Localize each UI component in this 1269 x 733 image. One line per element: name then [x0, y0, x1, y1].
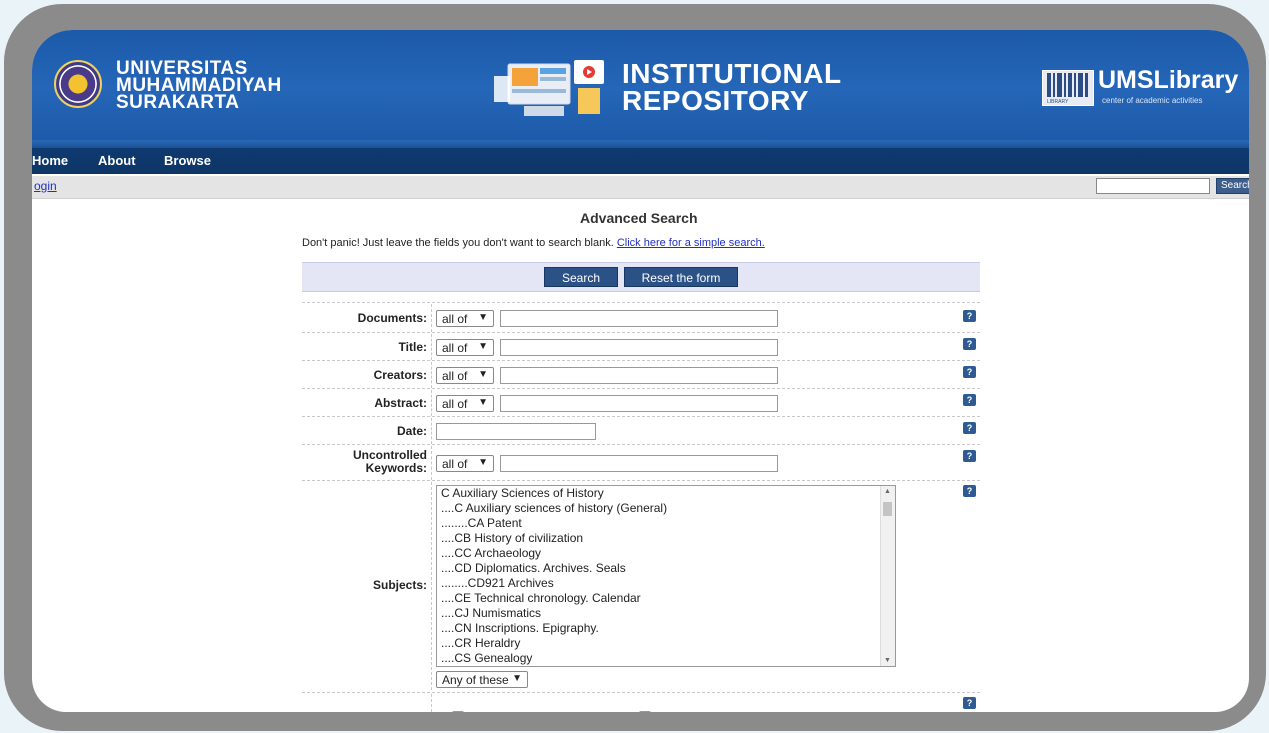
field-row-date: Date: ? [302, 416, 980, 445]
main-nav: Home About Browse [32, 148, 1249, 174]
scroll-down-icon[interactable]: ▼ [884, 657, 891, 664]
library-tagline: center of academic activities [1102, 96, 1203, 105]
search-button[interactable]: Search [544, 267, 618, 287]
checkbox[interactable] [639, 711, 651, 712]
listbox-scrollbar[interactable]: ▲ ▼ [880, 486, 895, 666]
list-item[interactable]: ....CE Technical chronology. Calendar [437, 591, 895, 606]
field-row-keywords: Uncontrolled Keywords: all of ▼ ? [302, 444, 980, 481]
library-name: UMSLibrary [1098, 66, 1239, 94]
field-row-creators: Creators: all of ▼ ? [302, 360, 980, 389]
chevron-down-icon: ▼ [478, 369, 488, 380]
chevron-down-icon: ▼ [478, 312, 488, 323]
list-item[interactable]: ....CS Genealogy [437, 651, 895, 666]
help-icon[interactable]: ? [963, 310, 976, 322]
university-logo [54, 60, 102, 108]
library-barcode-icon: LIBRARY [1042, 70, 1094, 106]
list-item[interactable]: ....CR Heraldry [437, 636, 895, 651]
subjects-label: Subjects: [372, 578, 427, 592]
documents-input[interactable] [500, 310, 778, 327]
library-logo: LIBRARY UMSLibrary center of academic ac… [1042, 66, 1249, 108]
nav-about[interactable]: About [98, 153, 136, 168]
creators-input[interactable] [500, 367, 778, 384]
creators-label: Creators: [373, 368, 427, 382]
title-match-select[interactable]: all of ▼ [436, 339, 494, 356]
checkbox[interactable] [452, 711, 464, 712]
repository-title-line: INSTITUTIONAL [622, 58, 842, 89]
keywords-match-select[interactable]: all of ▼ [436, 455, 494, 472]
date-label: Date: [396, 424, 427, 438]
list-item[interactable]: ....CC Archaeology [437, 546, 895, 561]
field-row-abstract: Abstract: all of ▼ ? [302, 388, 980, 417]
field-row-next: ? [302, 692, 980, 712]
chevron-down-icon: ▼ [478, 341, 488, 352]
repository-title-line: REPOSITORY [622, 85, 810, 116]
abstract-match-select[interactable]: all of ▼ [436, 395, 494, 412]
list-item[interactable]: ........CA Patent [437, 516, 895, 531]
scroll-up-icon[interactable]: ▲ [884, 488, 891, 495]
help-icon[interactable]: ? [963, 366, 976, 378]
abstract-input[interactable] [500, 395, 778, 412]
repository-title: INSTITUTIONAL REPOSITORY [622, 58, 842, 116]
chevron-down-icon: ▼ [512, 673, 522, 684]
list-item[interactable]: ........CD921 Archives [437, 576, 895, 591]
list-item[interactable]: ....CD Diplomatics. Archives. Seals [437, 561, 895, 576]
scrollbar-thumb[interactable] [883, 502, 892, 516]
repository-illustration-icon [494, 60, 604, 116]
documents-label: Documents: [357, 311, 427, 325]
title-input[interactable] [500, 339, 778, 356]
help-icon[interactable]: ? [963, 338, 976, 350]
help-icon[interactable]: ? [963, 697, 976, 709]
utility-bar: ogin Search [32, 176, 1249, 199]
help-icon[interactable]: ? [963, 450, 976, 462]
keywords-label-line: Keywords: [365, 461, 427, 475]
creators-match-select[interactable]: all of ▼ [436, 367, 494, 384]
browser-screen: UNIVERSITAS MUHAMMADIYAH SURAKARTA INSTI… [32, 30, 1249, 712]
search-notice: Don't panic! Just leave the fields you d… [302, 237, 765, 249]
list-item[interactable]: ....CB History of civilization [437, 531, 895, 546]
list-item[interactable]: ....CN Inscriptions. Epigraphy. [437, 621, 895, 636]
documents-match-select[interactable]: all of ▼ [436, 310, 494, 327]
nav-home[interactable]: Home [32, 153, 68, 168]
list-item[interactable]: ....CJ Numismatics [437, 606, 895, 621]
keywords-label: Uncontrolled Keywords: [353, 449, 427, 475]
quick-search-button[interactable]: Search [1216, 178, 1249, 194]
reset-form-button[interactable]: Reset the form [624, 267, 738, 287]
chevron-down-icon: ▼ [478, 457, 488, 468]
help-icon[interactable]: ? [963, 422, 976, 434]
keywords-input[interactable] [500, 455, 778, 472]
list-item[interactable]: C Auxiliary Sciences of History [437, 486, 895, 501]
university-title: UNIVERSITAS MUHAMMADIYAH SURAKARTA [116, 59, 282, 113]
abstract-label: Abstract: [374, 396, 427, 410]
subjects-listbox[interactable]: C Auxiliary Sciences of History ....C Au… [436, 485, 896, 667]
form-action-bar: Search Reset the form [302, 262, 980, 292]
nav-browse[interactable]: Browse [164, 153, 211, 168]
date-input[interactable] [436, 423, 596, 440]
login-link[interactable]: ogin [34, 179, 57, 193]
title-label: Title: [398, 340, 427, 354]
subjects-match-select[interactable]: Any of these ▼ [436, 671, 528, 688]
site-header: UNIVERSITAS MUHAMMADIYAH SURAKARTA INSTI… [32, 30, 1249, 148]
list-item[interactable]: ....C Auxiliary sciences of history (Gen… [437, 501, 895, 516]
help-icon[interactable]: ? [963, 394, 976, 406]
help-icon[interactable]: ? [963, 485, 976, 497]
field-row-subjects: Subjects: C Auxiliary Sciences of Histor… [302, 480, 980, 691]
field-row-title: Title: all of ▼ ? [302, 332, 980, 361]
simple-search-link[interactable]: Click here for a simple search. [617, 237, 765, 249]
chevron-down-icon: ▼ [478, 397, 488, 408]
page-title: Advanced Search [580, 210, 698, 226]
university-title-line: SURAKARTA [116, 92, 240, 113]
library-icon-label: LIBRARY [1047, 99, 1069, 105]
notice-text: Don't panic! Just leave the fields you d… [302, 237, 614, 249]
field-row-documents: Documents: all of ▼ ? [302, 302, 980, 333]
quick-search-input[interactable] [1096, 178, 1210, 194]
